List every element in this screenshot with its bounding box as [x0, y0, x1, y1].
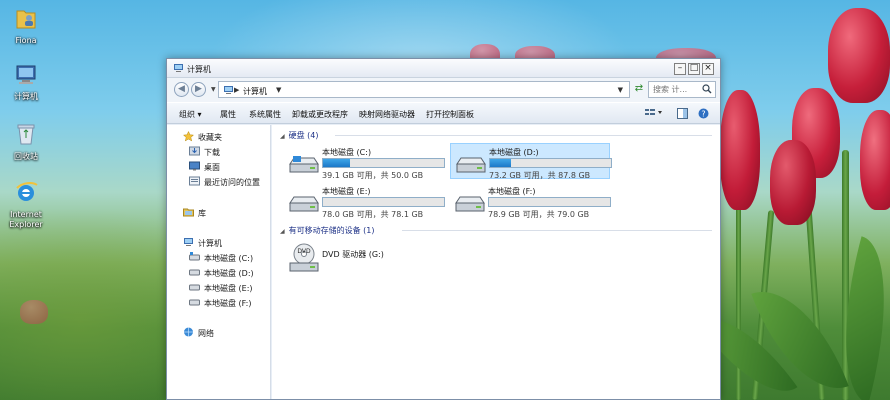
uninstall-program-button[interactable]: 卸载或更改程序: [292, 109, 348, 120]
computer-icon: [183, 237, 194, 249]
drive-usage-fill: [323, 159, 350, 167]
content-pane: ◢ 硬盘 (4) 本地磁盘 (C:) 39.1 GB 可用，共 50.0 GB 本…: [272, 125, 720, 399]
title-bar[interactable]: 计算机 – □ ×: [167, 59, 720, 78]
drive-tile[interactable]: 本地磁盘 (C:) 39.1 GB 可用，共 50.0 GB: [284, 144, 445, 180]
drive-icon: [189, 282, 200, 293]
drive-name: 本地磁盘 (E:): [322, 187, 371, 196]
drive-space-info: 78.9 GB 可用，共 79.0 GB: [488, 210, 590, 219]
search-input[interactable]: [649, 82, 703, 97]
computer-icon: [223, 85, 234, 97]
drive-icon: [454, 195, 486, 215]
drive-name: 本地磁盘 (F:): [488, 187, 536, 196]
minimize-button[interactable]: –: [674, 63, 686, 75]
drive-tile[interactable]: 本地磁盘 (F:) 78.9 GB 可用，共 79.0 GB: [450, 183, 611, 219]
drive-icon: [189, 297, 200, 308]
drive-space-info: 78.0 GB 可用，共 78.1 GB: [322, 210, 424, 219]
drive-tile-selected[interactable]: 本地磁盘 (D:) 73.2 GB 可用，共 87.8 GB: [450, 143, 612, 180]
drive-icon: [288, 195, 320, 215]
drive-icon: [189, 267, 200, 278]
tulip-flower: [720, 90, 760, 210]
system-properties-button[interactable]: 系统属性: [249, 109, 281, 120]
collapse-arrow-icon: ◢: [280, 228, 285, 235]
drive-usage-bar: [489, 158, 612, 168]
help-icon[interactable]: ?: [698, 108, 709, 121]
open-control-panel-button[interactable]: 打开控制面板: [426, 109, 474, 120]
desktop-icon-internet-explorer[interactable]: Internet Explorer: [0, 180, 52, 230]
desktop-icon-computer[interactable]: 计算机: [0, 64, 52, 102]
desktop-icon-label: 回收站: [14, 152, 38, 161]
group-header-removable[interactable]: ◢ 有可移动存储的设备 (1): [280, 225, 712, 236]
address-bar[interactable]: ▶ 计算机 ▼ ▼: [218, 81, 630, 98]
drive-usage-fill: [490, 159, 511, 167]
desktop-icon-label: Fiona: [15, 36, 37, 45]
computer-icon: [0, 64, 52, 89]
desktop-icon-recycle-bin[interactable]: 回收站: [0, 122, 52, 162]
preview-pane-icon[interactable]: [677, 108, 688, 121]
address-row: ◀ ▶ ▼ ▶ 计算机 ▼ ▼ ⇄: [167, 78, 720, 102]
dvd-drive-tile[interactable]: DVD DVD 驱动器 (G:): [284, 239, 404, 275]
command-bar: 组织 ▾ 属性 系统属性 卸载或更改程序 映射网络驱动器 打开控制面板 ?: [167, 102, 720, 124]
internet-explorer-icon: [0, 180, 52, 207]
tulip-flower: [860, 110, 890, 210]
breadcrumb-arrow[interactable]: ▼: [276, 86, 281, 94]
address-history-arrow[interactable]: ▼: [618, 86, 623, 94]
tulip-flower: [828, 8, 890, 103]
recycle-bin-icon: [0, 122, 52, 149]
dvd-drive-icon: DVD: [288, 243, 320, 275]
maximize-button[interactable]: □: [688, 63, 700, 75]
drive-space-info: 39.1 GB 可用，共 50.0 GB: [322, 171, 424, 180]
drive-name: 本地磁盘 (D:): [489, 148, 539, 157]
svg-text:?: ?: [701, 110, 705, 119]
group-divider: [402, 230, 712, 231]
forward-button[interactable]: ▶: [191, 82, 206, 97]
drive-name: DVD 驱动器 (G:): [322, 250, 384, 259]
network-icon: [183, 327, 194, 339]
group-divider: [335, 135, 712, 136]
search-icon[interactable]: [702, 84, 712, 96]
tulip-flower: [770, 140, 816, 225]
search-box[interactable]: [648, 81, 716, 98]
windows-drive-icon: [189, 252, 200, 263]
recent-places-icon: [189, 176, 200, 188]
tulip-flower: [20, 300, 48, 324]
back-button[interactable]: ◀: [174, 82, 189, 97]
desktop-icon: [189, 161, 200, 173]
breadcrumb-arrow[interactable]: ▶: [234, 86, 239, 94]
drive-name: 本地磁盘 (C:): [322, 148, 372, 157]
view-options-icon[interactable]: [645, 108, 663, 120]
window-title: 计算机: [187, 65, 211, 74]
drive-usage-bar: [488, 197, 611, 207]
downloads-icon: [189, 146, 200, 158]
star-icon: [182, 130, 195, 144]
drive-space-info: 73.2 GB 可用，共 87.8 GB: [489, 171, 591, 180]
user-folder-icon: [0, 6, 52, 33]
dvd-badge: DVD: [297, 248, 311, 255]
desktop-icon-fiona[interactable]: Fiona: [0, 6, 52, 46]
map-network-drive-button[interactable]: 映射网络驱动器: [359, 109, 415, 120]
library-icon: [183, 207, 194, 219]
organize-button[interactable]: 组织 ▾: [179, 109, 202, 120]
drive-usage-bar: [322, 197, 445, 207]
desktop-icon-label: Internet Explorer: [9, 210, 43, 229]
recent-pages-dropdown[interactable]: ▼: [211, 86, 216, 93]
desktop-icon-label: 计算机: [14, 92, 38, 101]
refresh-icon[interactable]: ⇄: [633, 82, 645, 96]
breadcrumb-computer[interactable]: 计算机: [243, 86, 267, 97]
group-header-hard-disks[interactable]: ◢ 硬盘 (4): [280, 130, 712, 141]
drive-tile[interactable]: 本地磁盘 (E:) 78.0 GB 可用，共 78.1 GB: [284, 183, 445, 219]
navigation-pane: 收藏夹 下载 桌面 最近访问的位置 库 计算机 本地磁盘 (C:) 本地磁盘 (…: [167, 125, 271, 399]
windows-drive-icon: [288, 156, 320, 176]
drive-icon: [455, 156, 487, 176]
close-button[interactable]: ×: [702, 63, 714, 75]
collapse-arrow-icon: ◢: [280, 133, 285, 140]
drive-usage-bar: [322, 158, 445, 168]
properties-button[interactable]: 属性: [220, 109, 236, 120]
explorer-window: 计算机 – □ × ◀ ▶ ▼ ▶ 计算机 ▼ ▼ ⇄ 组织 ▾ 属性: [166, 58, 721, 400]
computer-icon: [173, 63, 184, 75]
